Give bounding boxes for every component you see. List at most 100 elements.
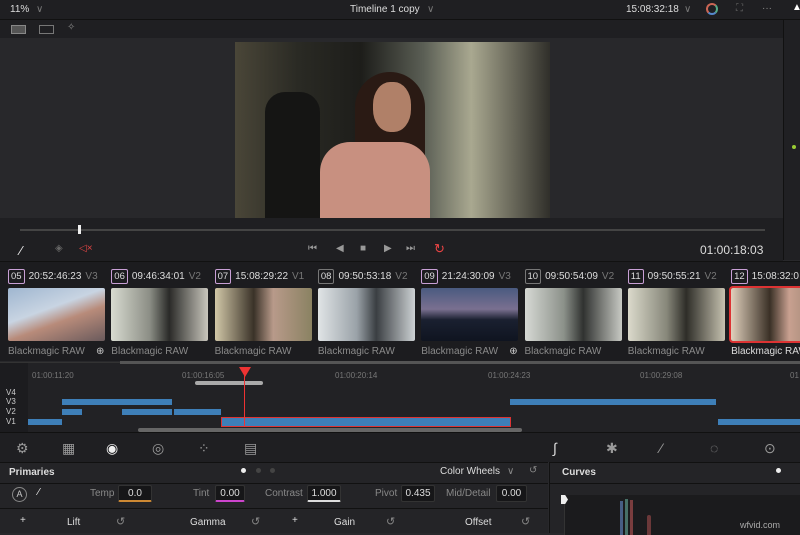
- right-panel-edge: [783, 20, 800, 260]
- clip-track: V2: [188, 270, 201, 282]
- playhead[interactable]: [239, 367, 251, 377]
- lift-reset-icon[interactable]: ↺: [116, 515, 125, 528]
- timeline-clip[interactable]: [62, 399, 172, 405]
- mid-detail-label: Mid/Detail: [446, 488, 491, 499]
- clip-thumbnail[interactable]: [729, 286, 800, 343]
- curves-title: Curves: [562, 467, 596, 478]
- loop-icon[interactable]: ↻: [434, 241, 445, 257]
- clip-thumbnail[interactable]: [214, 288, 312, 341]
- pivot-field[interactable]: 0.435: [401, 485, 435, 502]
- qualifier-icon[interactable]: ⁄: [660, 440, 662, 456]
- color-wheel-icon[interactable]: [706, 3, 718, 15]
- clip-thumbnail[interactable]: [111, 288, 209, 341]
- rgb-mixer-icon[interactable]: ⁘: [198, 440, 210, 457]
- clip-codec: Blackmagic RAW: [627, 346, 705, 357]
- track-label-v3: V3: [6, 397, 16, 406]
- clip-thumbnail[interactable]: [421, 288, 519, 341]
- gamma-label: Gamma: [190, 517, 226, 528]
- clip-track: V3: [498, 270, 511, 282]
- curve-handle[interactable]: [561, 495, 568, 504]
- clip-thumbnail[interactable]: [8, 288, 105, 341]
- clip-header: 11 09:50:55:21 V2: [627, 268, 717, 284]
- zoom-level[interactable]: 11%: [10, 4, 29, 15]
- clips-scrollbar[interactable]: [120, 361, 800, 364]
- page-dot[interactable]: [256, 468, 261, 473]
- clips-strip: 05 20:52:46:23 V3 Blackmagic RAW ⊕ 06 09:46:34…: [0, 261, 800, 361]
- auto-balance-button[interactable]: A: [12, 487, 27, 502]
- clip-track: V2: [704, 270, 717, 282]
- more-options-icon[interactable]: ···: [762, 3, 772, 14]
- scrubber-track[interactable]: [20, 229, 765, 231]
- timeline-clip[interactable]: [718, 419, 800, 425]
- zoom-range-bar[interactable]: [195, 381, 263, 385]
- step-back-button[interactable]: ◀: [336, 243, 344, 254]
- fullscreen-icon[interactable]: ⛶: [736, 3, 743, 14]
- mode-dropdown[interactable]: Color Wheels: [440, 466, 500, 477]
- camera-raw-icon[interactable]: ⚙: [16, 440, 29, 457]
- clip-track: V1: [292, 270, 305, 282]
- tracker-icon[interactable]: ⊙: [764, 440, 776, 457]
- clip-thumbnail[interactable]: [317, 288, 415, 341]
- curves-icon[interactable]: ∫: [553, 440, 557, 456]
- layers-icon[interactable]: ◈: [55, 243, 63, 254]
- contrast-label: Contrast: [265, 488, 303, 499]
- timeline-clip[interactable]: [28, 419, 62, 425]
- timeline-clip[interactable]: [62, 409, 82, 415]
- lift-label: Lift: [67, 517, 81, 528]
- magic-wand-icon[interactable]: ✧: [67, 22, 75, 33]
- eyedropper-icon[interactable]: ⁄: [20, 243, 22, 258]
- timeline-clip-selected[interactable]: [221, 417, 511, 427]
- cursor-icon: ▲: [792, 2, 800, 13]
- gamma-reset-icon[interactable]: ↺: [251, 515, 260, 528]
- go-to-start-button[interactable]: ⏮: [308, 243, 317, 254]
- hdr-icon[interactable]: ◎: [152, 440, 164, 457]
- clip-timecode: 21:24:30:09: [441, 270, 495, 282]
- scrubber-handle[interactable]: [78, 225, 81, 234]
- split-view-icon[interactable]: [11, 25, 26, 34]
- gallery-icon[interactable]: [39, 25, 54, 34]
- timeline-clip[interactable]: [174, 409, 221, 415]
- clip-number: 05: [8, 268, 25, 284]
- zoom-dropdown-icon[interactable]: ∨: [36, 4, 43, 15]
- page-dot[interactable]: [270, 468, 275, 473]
- white-balance-picker-icon[interactable]: ⁄: [38, 487, 40, 498]
- primaries-wheels-icon[interactable]: ◉: [106, 440, 118, 457]
- mid-detail-field[interactable]: 0.00: [496, 485, 527, 502]
- color-match-icon[interactable]: ▦: [62, 440, 75, 457]
- contrast-field[interactable]: 1.000: [307, 485, 341, 502]
- reset-all-icon[interactable]: ↺: [529, 465, 537, 476]
- timeline-title[interactable]: Timeline 1 copy: [350, 4, 420, 15]
- lift-crosshair-icon[interactable]: +: [20, 515, 26, 526]
- clip-header: 10 09:50:54:09 V2: [524, 268, 614, 284]
- gain-crosshair-icon[interactable]: +: [292, 515, 298, 526]
- color-warper-icon[interactable]: ✱: [606, 440, 618, 457]
- viewer-controls: ⁄ ◈ ◁× ⏮ ◀ ■ ▶ ⏭ ↻ 01:00:18:03: [0, 218, 783, 261]
- timecode-dropdown-icon[interactable]: ∨: [684, 4, 691, 15]
- temp-field[interactable]: 0.0: [118, 485, 152, 502]
- clip-thumbnail[interactable]: [627, 288, 725, 341]
- mode-chevron-icon[interactable]: ∨: [507, 466, 514, 477]
- mute-icon[interactable]: ◁×: [79, 243, 93, 254]
- gain-reset-icon[interactable]: ↺: [386, 515, 395, 528]
- motion-effects-icon[interactable]: ▤: [244, 440, 257, 457]
- window-icon[interactable]: ◌: [710, 440, 718, 456]
- tint-field[interactable]: 0.00: [215, 485, 245, 502]
- title-dropdown-icon[interactable]: ∨: [427, 4, 434, 15]
- play-button[interactable]: ▶: [384, 243, 392, 254]
- track-label-v2: V2: [6, 407, 16, 416]
- clip-flag-icon: ⊕: [509, 346, 518, 357]
- timeline-clip[interactable]: [122, 409, 172, 415]
- page-dot-active[interactable]: [241, 468, 246, 473]
- go-to-end-button[interactable]: ⏭: [406, 243, 415, 254]
- clip-thumbnail[interactable]: [524, 288, 622, 341]
- stop-button[interactable]: ■: [360, 243, 366, 254]
- histogram-red: [630, 500, 633, 535]
- offset-reset-icon[interactable]: ↺: [521, 515, 530, 528]
- clip-header: 09 21:24:30:09 V3: [421, 268, 511, 284]
- track-label-v4: V4: [6, 388, 16, 397]
- page-dot-active[interactable]: [776, 468, 781, 473]
- ruler-label: 01:00:24:23: [488, 371, 531, 380]
- timeline-clip[interactable]: [510, 399, 716, 405]
- viewer-toolbar: ✧: [0, 20, 783, 38]
- ruler-label: 01:00:20:14: [335, 371, 378, 380]
